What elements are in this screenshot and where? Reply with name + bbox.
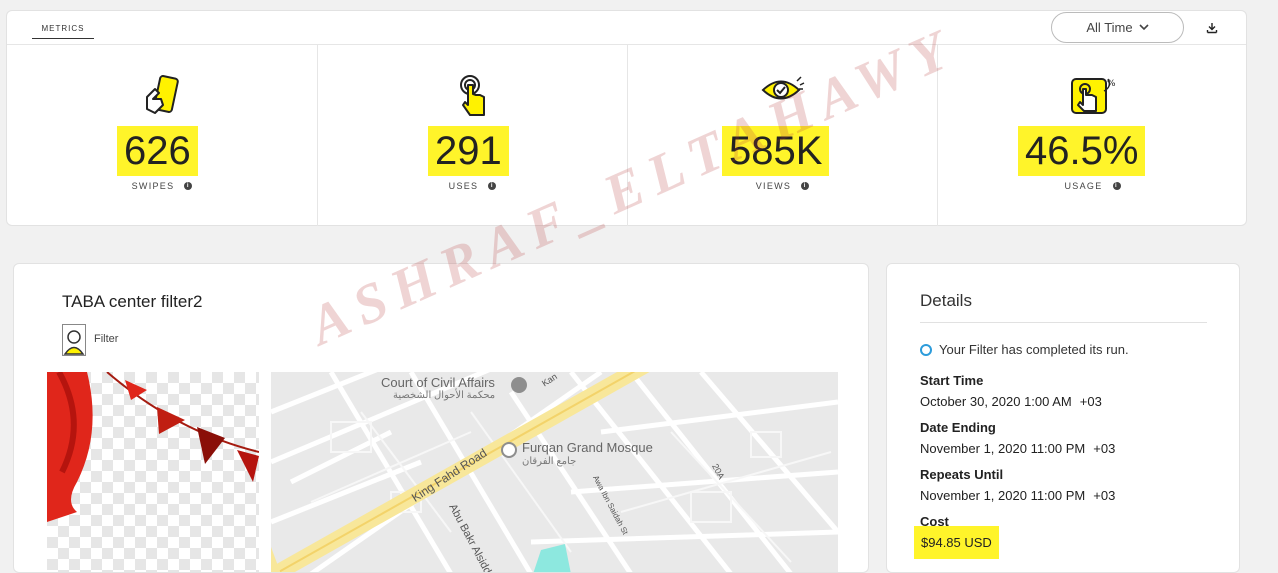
date-ending-value: November 1, 2020 11:00 PM +03 bbox=[920, 441, 1115, 456]
run-status-text: Your Filter has completed its run. bbox=[939, 342, 1129, 357]
start-time-value: October 30, 2020 1:00 AM +03 bbox=[920, 394, 1102, 409]
swipes-value: 626 bbox=[117, 126, 198, 176]
date-ending-tz: +03 bbox=[1093, 441, 1116, 456]
details-divider bbox=[920, 322, 1207, 323]
tab-metrics[interactable]: METRICS bbox=[32, 24, 94, 39]
stat-uses: 291 USES i bbox=[317, 45, 627, 226]
eye-check-icon bbox=[761, 76, 804, 100]
usage-label: USAGE i bbox=[938, 181, 1247, 191]
repeats-until-date: November 1, 2020 11:00 PM bbox=[920, 488, 1086, 503]
views-label: VIEWS i bbox=[628, 181, 937, 191]
filter-card: TABA center filter2 Filter Court of Civi… bbox=[13, 263, 869, 573]
metrics-card: METRICS All Time 626 SWIPES i 291 USES i bbox=[6, 10, 1247, 226]
filter-type-label: Filter bbox=[94, 333, 119, 345]
stat-views: 585K VIEWS i bbox=[627, 45, 937, 226]
date-ending-date: November 1, 2020 11:00 PM bbox=[920, 441, 1086, 456]
chevron-down-icon bbox=[1139, 24, 1149, 31]
map-label-court: Court of Civil Affairs bbox=[381, 375, 495, 390]
start-time-tz: +03 bbox=[1079, 394, 1102, 409]
percent-tap-icon: % bbox=[1070, 78, 1116, 114]
swipes-label: SWIPES i bbox=[7, 181, 317, 191]
uses-value: 291 bbox=[428, 126, 509, 176]
swipes-label-text: SWIPES bbox=[131, 181, 175, 191]
info-icon[interactable]: i bbox=[801, 182, 810, 190]
views-label-text: VIEWS bbox=[755, 181, 792, 191]
views-value: 585K bbox=[722, 126, 830, 176]
details-card: Details Your Filter has completed its ru… bbox=[886, 263, 1240, 573]
repeats-until-tz: +03 bbox=[1093, 488, 1116, 503]
start-time-date: October 30, 2020 1:00 AM bbox=[920, 394, 1072, 409]
time-range-dropdown[interactable]: All Time bbox=[1051, 12, 1184, 43]
run-status: Your Filter has completed its run. bbox=[920, 342, 1129, 357]
uses-label: USES i bbox=[318, 181, 627, 191]
map-label-mosque: Furqan Grand Mosque bbox=[522, 440, 653, 455]
map-label-court-ar: محكمة الأحوال الشخصية bbox=[393, 390, 496, 401]
info-icon[interactable]: i bbox=[1112, 182, 1121, 190]
start-time-label: Start Time bbox=[920, 373, 984, 388]
stat-swipes: 626 SWIPES i bbox=[7, 45, 317, 226]
details-title: Details bbox=[920, 291, 972, 310]
filter-preview-image bbox=[47, 370, 260, 572]
status-ring-icon bbox=[920, 343, 932, 356]
cost-value: $94.85 USD bbox=[914, 526, 999, 559]
tap-hand-icon bbox=[459, 75, 485, 116]
date-ending-label: Date Ending bbox=[920, 420, 996, 435]
time-range-label: All Time bbox=[1086, 20, 1133, 35]
uses-label-text: USES bbox=[448, 181, 479, 191]
usage-label-text: USAGE bbox=[1064, 181, 1103, 191]
filter-name: TABA center filter2 bbox=[62, 292, 203, 311]
repeats-until-value: November 1, 2020 11:00 PM +03 bbox=[920, 488, 1115, 503]
swipe-phone-icon bbox=[146, 75, 179, 114]
map-label-mosque-ar: جامع الفرقان bbox=[522, 456, 577, 467]
download-icon bbox=[1206, 23, 1218, 34]
stat-usage: % 46.5% USAGE i bbox=[937, 45, 1247, 226]
info-icon[interactable]: i bbox=[488, 182, 497, 190]
repeats-until-label: Repeats Until bbox=[920, 467, 1004, 482]
info-icon[interactable]: i bbox=[184, 182, 193, 190]
usage-value: 46.5% bbox=[1018, 126, 1146, 176]
location-map[interactable]: Court of Civil Affairs محكمة الأحوال الش… bbox=[271, 372, 838, 572]
filter-type-icon bbox=[62, 324, 86, 356]
download-button[interactable] bbox=[1202, 18, 1222, 38]
